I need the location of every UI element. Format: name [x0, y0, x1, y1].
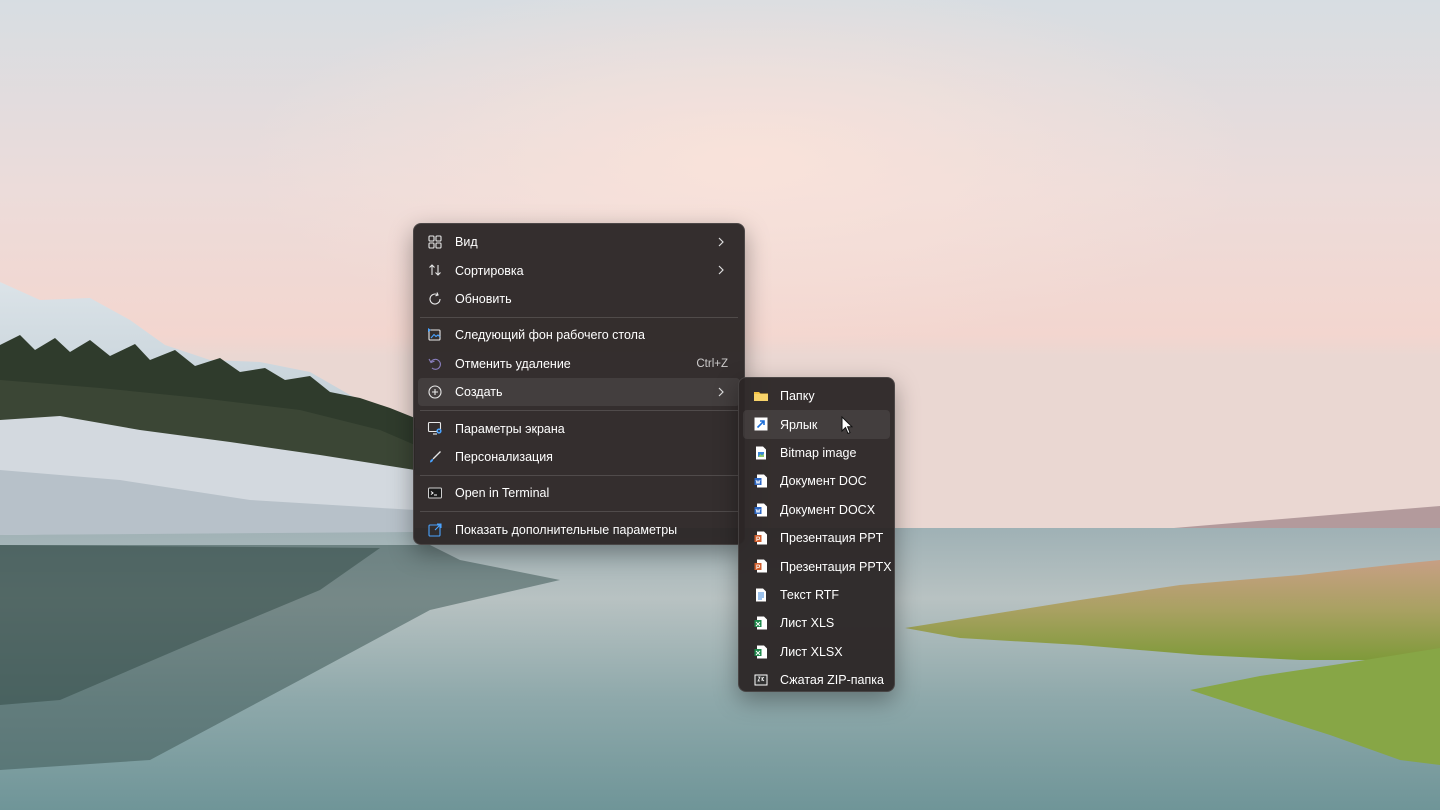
submenu-item-label: Ярлык [780, 417, 818, 432]
submenu-item-label: Папку [780, 389, 815, 404]
undo-icon [427, 356, 443, 372]
grid-view-icon [427, 234, 443, 250]
folder-icon [753, 388, 769, 404]
menu-item-label: Open in Terminal [455, 486, 550, 501]
menu-item-refresh[interactable]: Обновить [418, 285, 740, 313]
menu-separator [420, 511, 738, 513]
menu-item-label: Обновить [455, 291, 512, 306]
menu-item-label: Сортировка [455, 263, 524, 278]
bitmap-file-icon [753, 445, 769, 461]
menu-item-next-background[interactable]: Следующий фон рабочего стола [418, 321, 740, 349]
submenu-item-zip[interactable]: Сжатая ZIP-папка [743, 666, 890, 694]
submenu-item-pptx[interactable]: Презентация PPTX [743, 552, 892, 580]
submenu-item-bitmap[interactable]: Bitmap image [743, 439, 890, 467]
menu-separator [420, 316, 738, 318]
desktop-context-menu: Вид Сортировка Обновить Следующий фон ра… [413, 223, 745, 545]
excel-xls-icon [753, 615, 769, 631]
new-icon [427, 384, 443, 400]
submenu-item-label: Bitmap image [780, 445, 857, 460]
powerpoint-ppt-icon [753, 530, 769, 546]
chevron-right-icon [716, 236, 726, 248]
submenu-item-shortcut[interactable]: Ярлык [743, 410, 890, 439]
menu-item-label: Персонализация [455, 449, 553, 464]
submenu-item-label: Документ DOCX [780, 502, 876, 517]
display-settings-icon [427, 420, 443, 436]
word-docx-icon [753, 502, 769, 518]
menu-item-create[interactable]: Создать [418, 377, 740, 407]
submenu-item-label: Презентация PPT [780, 531, 884, 546]
rtf-file-icon [753, 587, 769, 603]
menu-item-label: Отменить удаление [455, 356, 571, 371]
submenu-item-label: Сжатая ZIP-папка [780, 673, 884, 688]
menu-separator [420, 474, 738, 476]
menu-separator [420, 409, 738, 411]
submenu-item-label: Лист XLS [780, 616, 835, 631]
word-doc-icon [753, 473, 769, 489]
menu-item-label: Создать [455, 385, 503, 400]
submenu-item-label: Документ DOC [780, 474, 867, 489]
next-background-icon [427, 327, 443, 343]
personalize-brush-icon [427, 449, 443, 465]
refresh-icon [427, 291, 443, 307]
menu-item-open-terminal[interactable]: Open in Terminal [418, 479, 740, 507]
submenu-item-xls[interactable]: Лист XLS [743, 609, 890, 637]
menu-item-personalization[interactable]: Персонализация [418, 443, 740, 471]
terminal-icon [427, 485, 443, 501]
menu-item-label: Показать дополнительные параметры [455, 522, 678, 537]
menu-item-undo-delete[interactable]: Отменить удаление Ctrl+Z [418, 350, 740, 378]
keyboard-shortcut: Ctrl+Z [696, 357, 728, 370]
chevron-right-icon [716, 264, 726, 276]
submenu-item-rtf[interactable]: Текст RTF [743, 581, 890, 609]
mouse-cursor-icon [841, 415, 854, 435]
submenu-item-xlsx[interactable]: Лист XLSX [743, 638, 890, 666]
menu-item-show-more-options[interactable]: Показать дополнительные параметры [418, 516, 740, 544]
menu-item-label: Параметры экрана [455, 421, 565, 436]
submenu-item-docx[interactable]: Документ DOCX [743, 496, 890, 524]
create-submenu: Папку Ярлык Bitmap image Документ DOC До… [738, 377, 895, 692]
sort-icon [427, 262, 443, 278]
submenu-item-label: Текст RTF [780, 587, 840, 602]
more-options-icon [427, 522, 443, 538]
zip-folder-icon [753, 672, 769, 688]
menu-item-sort[interactable]: Сортировка [418, 256, 740, 284]
menu-item-view[interactable]: Вид [418, 228, 740, 256]
submenu-item-doc[interactable]: Документ DOC [743, 467, 890, 495]
submenu-item-label: Презентация PPTX [780, 559, 892, 574]
menu-item-label: Вид [455, 235, 478, 250]
submenu-item-label: Лист XLSX [780, 644, 843, 659]
menu-item-display-settings[interactable]: Параметры экрана [418, 414, 740, 442]
shortcut-icon [753, 416, 769, 432]
powerpoint-pptx-icon [753, 558, 769, 574]
menu-item-label: Следующий фон рабочего стола [455, 328, 645, 343]
submenu-item-ppt[interactable]: Презентация PPT [743, 524, 890, 552]
chevron-right-icon [716, 386, 726, 398]
submenu-item-folder[interactable]: Папку [743, 382, 890, 410]
excel-xlsx-icon [753, 644, 769, 660]
